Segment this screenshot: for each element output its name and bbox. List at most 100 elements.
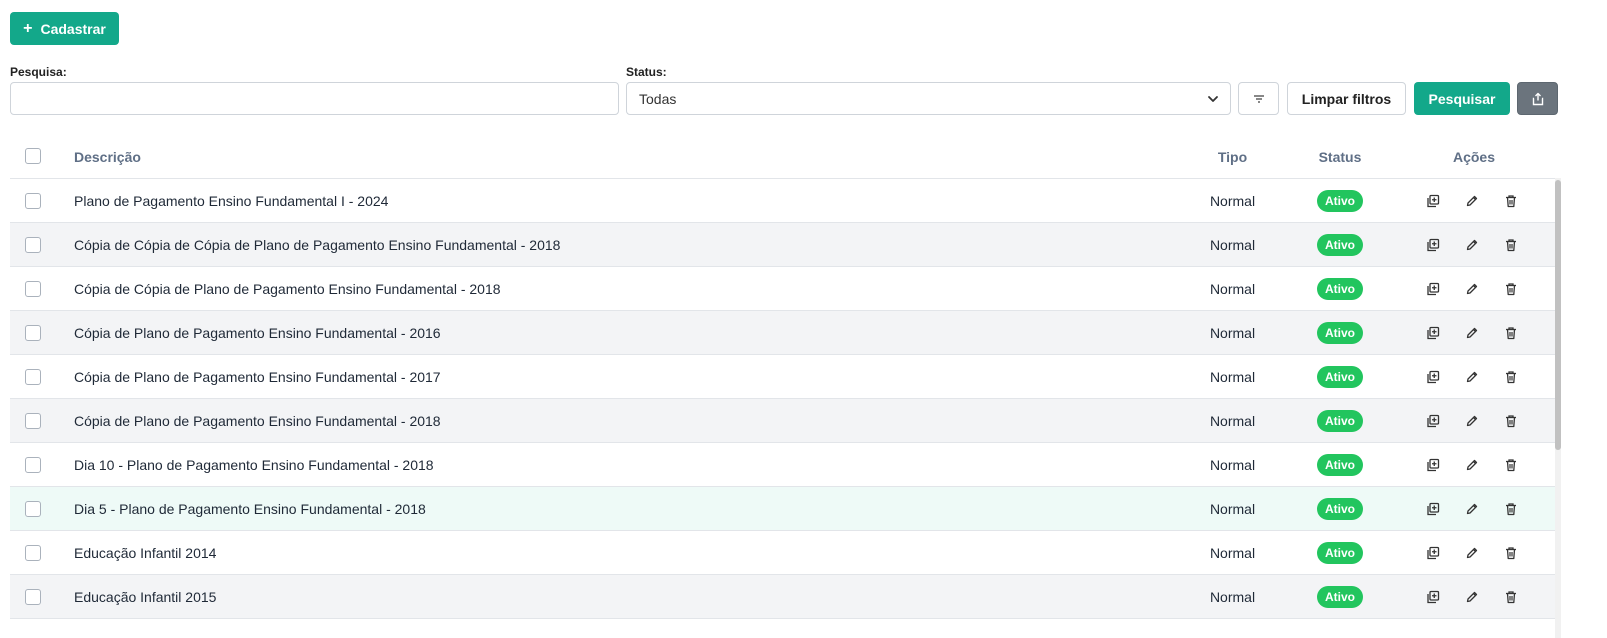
status-badge: Ativo: [1317, 454, 1363, 476]
table-row[interactable]: Dia 10 - Plano de Pagamento Ensino Funda…: [10, 443, 1558, 487]
copy-icon[interactable]: [1424, 236, 1442, 254]
row-checkbox[interactable]: [25, 545, 41, 561]
row-checkbox[interactable]: [25, 501, 41, 517]
table-body: Plano de Pagamento Ensino Fundamental I …: [10, 179, 1558, 619]
copy-icon[interactable]: [1424, 412, 1442, 430]
cell-descricao: Cópia de Cópia de Cópia de Plano de Paga…: [74, 237, 561, 253]
export-button[interactable]: [1517, 82, 1558, 115]
row-checkbox[interactable]: [25, 369, 41, 385]
pencil-icon[interactable]: [1463, 500, 1481, 518]
table-row[interactable]: Dia 5 - Plano de Pagamento Ensino Fundam…: [10, 487, 1558, 531]
cell-descricao: Cópia de Cópia de Plano de Pagamento Ens…: [74, 281, 501, 297]
pesquisar-button[interactable]: Pesquisar: [1414, 82, 1510, 115]
cell-tipo: Normal: [1209, 237, 1256, 253]
trash-icon[interactable]: [1502, 324, 1520, 342]
filter-button[interactable]: [1238, 82, 1279, 115]
table-row[interactable]: Educação Infantil 2014 Normal Ativo: [10, 531, 1558, 575]
trash-icon[interactable]: [1502, 456, 1520, 474]
header-tipo[interactable]: Tipo: [1195, 149, 1270, 165]
row-checkbox[interactable]: [25, 325, 41, 341]
status-badge: Ativo: [1317, 366, 1363, 388]
trash-icon[interactable]: [1502, 280, 1520, 298]
copy-icon[interactable]: [1424, 500, 1442, 518]
status-selected-value: Todas: [639, 90, 677, 107]
pencil-icon[interactable]: [1463, 192, 1481, 210]
trash-icon[interactable]: [1502, 412, 1520, 430]
trash-icon[interactable]: [1502, 368, 1520, 386]
table-row[interactable]: Cópia de Cópia de Plano de Pagamento Ens…: [10, 267, 1558, 311]
pencil-icon[interactable]: [1463, 368, 1481, 386]
row-checkbox[interactable]: [25, 281, 41, 297]
pencil-icon[interactable]: [1463, 456, 1481, 474]
cell-tipo: Normal: [1209, 413, 1256, 429]
cell-tipo: Normal: [1209, 325, 1256, 341]
trash-icon[interactable]: [1502, 236, 1520, 254]
table-row[interactable]: Cópia de Plano de Pagamento Ensino Funda…: [10, 355, 1558, 399]
trash-icon[interactable]: [1502, 544, 1520, 562]
plus-icon: +: [23, 19, 33, 37]
pencil-icon[interactable]: [1463, 412, 1481, 430]
pencil-icon[interactable]: [1463, 588, 1481, 606]
share-export-icon: [1532, 92, 1543, 105]
status-badge: Ativo: [1317, 234, 1363, 256]
row-checkbox[interactable]: [25, 237, 41, 253]
limpar-filtros-button[interactable]: Limpar filtros: [1287, 82, 1406, 115]
pencil-icon[interactable]: [1463, 236, 1481, 254]
table-row[interactable]: Cópia de Plano de Pagamento Ensino Funda…: [10, 399, 1558, 443]
trash-icon[interactable]: [1502, 192, 1520, 210]
table-row[interactable]: Cópia de Plano de Pagamento Ensino Funda…: [10, 311, 1558, 355]
cell-descricao: Educação Infantil 2015: [74, 589, 217, 605]
filter-icon: [1253, 94, 1264, 103]
cell-tipo: Normal: [1209, 457, 1256, 473]
cell-descricao: Cópia de Plano de Pagamento Ensino Funda…: [74, 325, 441, 341]
status-badge: Ativo: [1317, 586, 1363, 608]
table-header: Descrição Tipo Status Ações: [10, 135, 1558, 179]
row-checkbox[interactable]: [25, 589, 41, 605]
cadastrar-button[interactable]: + Cadastrar: [10, 12, 119, 45]
cell-tipo: Normal: [1209, 369, 1256, 385]
pencil-icon[interactable]: [1463, 544, 1481, 562]
cell-descricao: Plano de Pagamento Ensino Fundamental I …: [74, 193, 389, 209]
search-input[interactable]: [10, 82, 619, 115]
row-checkbox[interactable]: [25, 413, 41, 429]
cell-descricao: Educação Infantil 2014: [74, 545, 217, 561]
search-label: Pesquisa:: [10, 65, 67, 79]
status-badge: Ativo: [1317, 410, 1363, 432]
select-all-checkbox[interactable]: [25, 148, 41, 164]
status-label: Status:: [626, 65, 667, 79]
row-checkbox[interactable]: [25, 193, 41, 209]
status-badge: Ativo: [1317, 190, 1363, 212]
pencil-icon[interactable]: [1463, 324, 1481, 342]
header-acoes: Ações: [1452, 149, 1496, 165]
trash-icon[interactable]: [1502, 588, 1520, 606]
plans-table: Descrição Tipo Status Ações Plano de Pag…: [10, 135, 1558, 619]
cell-tipo: Normal: [1209, 193, 1256, 209]
table-row[interactable]: Cópia de Cópia de Cópia de Plano de Paga…: [10, 223, 1558, 267]
pencil-icon[interactable]: [1463, 280, 1481, 298]
cadastrar-label: Cadastrar: [40, 20, 106, 37]
row-checkbox[interactable]: [25, 457, 41, 473]
status-badge: Ativo: [1317, 322, 1363, 344]
copy-icon[interactable]: [1424, 456, 1442, 474]
status-badge: Ativo: [1317, 498, 1363, 520]
trash-icon[interactable]: [1502, 500, 1520, 518]
header-status[interactable]: Status: [1304, 149, 1376, 165]
copy-icon[interactable]: [1424, 280, 1442, 298]
cell-descricao: Dia 10 - Plano de Pagamento Ensino Funda…: [74, 457, 434, 473]
table-row[interactable]: Plano de Pagamento Ensino Fundamental I …: [10, 179, 1558, 223]
cell-tipo: Normal: [1209, 281, 1256, 297]
copy-icon[interactable]: [1424, 544, 1442, 562]
scrollbar-thumb[interactable]: [1555, 180, 1561, 450]
cell-descricao: Cópia de Plano de Pagamento Ensino Funda…: [74, 369, 441, 385]
cell-tipo: Normal: [1209, 545, 1256, 561]
copy-icon[interactable]: [1424, 368, 1442, 386]
table-row[interactable]: Educação Infantil 2015 Normal Ativo: [10, 575, 1558, 619]
copy-icon[interactable]: [1424, 324, 1442, 342]
cell-tipo: Normal: [1209, 589, 1256, 605]
copy-icon[interactable]: [1424, 588, 1442, 606]
status-select[interactable]: Todas: [626, 82, 1231, 115]
cell-descricao: Dia 5 - Plano de Pagamento Ensino Fundam…: [74, 501, 426, 517]
cell-descricao: Cópia de Plano de Pagamento Ensino Funda…: [74, 413, 441, 429]
header-descricao[interactable]: Descrição: [74, 149, 141, 165]
copy-icon[interactable]: [1424, 192, 1442, 210]
